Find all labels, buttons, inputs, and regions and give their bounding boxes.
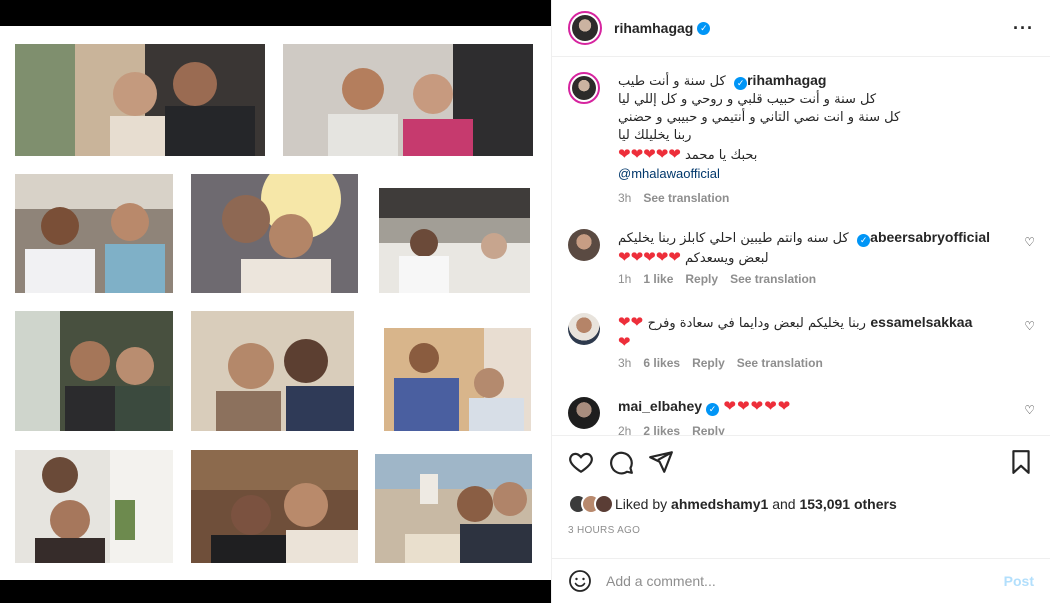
author-username[interactable]: rihamhagag <box>614 20 693 36</box>
collage-photo <box>375 454 532 563</box>
post-panel: rihamhagag ✓ ··· rihamhagag✓ كل سنة و أن… <box>551 0 1050 603</box>
liker-avatars <box>568 494 614 514</box>
collage-photo <box>191 311 354 431</box>
bookmark-icon[interactable] <box>1008 449 1034 475</box>
comment-time[interactable]: 1h <box>618 272 631 286</box>
mention-link[interactable]: @mhalawaofficial <box>618 166 720 181</box>
comment-text: كل سنه وانتم طيبين احلي كابلز ربنا يخليك… <box>618 231 849 246</box>
like-comment-icon[interactable]: ♡ <box>1024 403 1035 417</box>
comment-icon[interactable] <box>608 449 634 475</box>
collage-photo <box>379 188 530 293</box>
comment-likes[interactable]: 2 likes <box>643 424 680 435</box>
collage-photo <box>15 44 265 156</box>
like-icon[interactable] <box>568 449 594 475</box>
likes-summary[interactable]: Liked by ahmedshamy1 and 153,091 others <box>568 492 1034 516</box>
like-comment-icon[interactable]: ♡ <box>1024 235 1035 249</box>
share-icon[interactable] <box>648 449 674 475</box>
collage-photo <box>384 328 531 431</box>
comment-input[interactable]: Add a comment... <box>606 573 1004 589</box>
collage-photo <box>191 174 358 293</box>
commenter-avatar[interactable] <box>568 229 600 261</box>
caption-time[interactable]: 3h <box>618 191 631 205</box>
heart-emojis: ❤❤ <box>618 314 644 331</box>
comment-likes[interactable]: 6 likes <box>643 356 680 370</box>
collage-photo <box>15 311 173 431</box>
commenter-username[interactable]: essamelsakkaa <box>870 314 972 330</box>
verified-icon: ✓ <box>734 77 748 90</box>
commenter-username[interactable]: mai_elbahey <box>618 398 702 414</box>
see-translation-link[interactable]: See translation <box>643 191 729 205</box>
commenter-avatar[interactable] <box>568 397 600 429</box>
heart-emojis: ❤❤❤❤❤ <box>618 248 681 266</box>
comments-section[interactable]: rihamhagag✓ كل سنة و أنت طيب كل سنة و أن… <box>552 57 1050 436</box>
post-caption: rihamhagag✓ كل سنة و أنت طيب كل سنة و أن… <box>568 72 1035 205</box>
post-timestamp[interactable]: 3 HOURS AGO <box>568 525 640 536</box>
verified-icon: ✓ <box>857 234 871 247</box>
caption-line: ربنا يخليلك ليا <box>618 128 692 143</box>
caption-line: كل سنة و أنت حبيب قلبي و روحي و كل إللي … <box>618 92 877 107</box>
emoji-icon[interactable] <box>568 569 592 593</box>
heart-emojis: ❤❤❤❤❤ <box>723 398 792 415</box>
reply-button[interactable]: Reply <box>692 424 725 435</box>
add-comment-bar: Add a comment... Post <box>552 558 1050 603</box>
post-media[interactable] <box>0 0 551 603</box>
collage-photo <box>191 450 358 563</box>
commenter-avatar[interactable] <box>568 313 600 345</box>
photo-collage <box>0 26 551 580</box>
reply-button[interactable]: Reply <box>685 272 718 286</box>
comment-item: mai_elbahey ✓ ❤❤❤❤❤ 2h 2 likes Reply ♡ <box>568 397 1035 435</box>
author-avatar[interactable] <box>568 11 602 45</box>
caption-line: بحبك يا محمد <box>684 148 758 163</box>
comment-item: essamelsakkaa ربنا يخليكم لبعض ودايما في… <box>568 313 1035 383</box>
comment-item: abeersabryofficial✓ كل سنه وانتم طيبين ا… <box>568 229 1035 299</box>
comment-time[interactable]: 2h <box>618 424 631 435</box>
liker-username[interactable]: ahmedshamy1 <box>671 496 768 512</box>
comment-text: ربنا يخليكم لبعض ودايما في سعادة وفرح <box>647 316 866 331</box>
caption-username[interactable]: rihamhagag <box>747 72 826 88</box>
commenter-username[interactable]: abeersabryofficial <box>870 229 990 245</box>
more-options-icon[interactable]: ··· <box>1013 18 1034 39</box>
action-bar <box>568 445 1034 481</box>
heart-emojis: ❤ <box>618 334 632 351</box>
verified-icon: ✓ <box>697 21 711 35</box>
comment-text: لبعض ويسعدكم <box>684 251 769 266</box>
post-comment-button[interactable]: Post <box>1004 573 1034 589</box>
like-comment-icon[interactable]: ♡ <box>1024 319 1035 333</box>
liked-by-label: Liked by <box>615 496 668 512</box>
caption-line: كل سنة و انت نصي التاني و أنتيمي و حبيبي… <box>618 110 901 125</box>
see-translation-link[interactable]: See translation <box>730 272 816 286</box>
likes-others[interactable]: 153,091 others <box>799 496 896 512</box>
collage-photo <box>15 174 173 293</box>
comment-likes[interactable]: 1 like <box>643 272 673 286</box>
reply-button[interactable]: Reply <box>692 356 725 370</box>
caption-line: كل سنة و أنت طيب <box>618 74 726 89</box>
verified-icon: ✓ <box>706 403 720 416</box>
comment-time[interactable]: 3h <box>618 356 631 370</box>
post-header: rihamhagag ✓ ··· <box>552 0 1050 57</box>
author-avatar[interactable] <box>568 72 600 104</box>
see-translation-link[interactable]: See translation <box>737 356 823 370</box>
likes-and: and <box>772 496 796 512</box>
heart-emojis: ❤❤❤❤❤ <box>618 145 681 163</box>
collage-photo <box>15 450 173 563</box>
collage-photo <box>283 44 533 156</box>
